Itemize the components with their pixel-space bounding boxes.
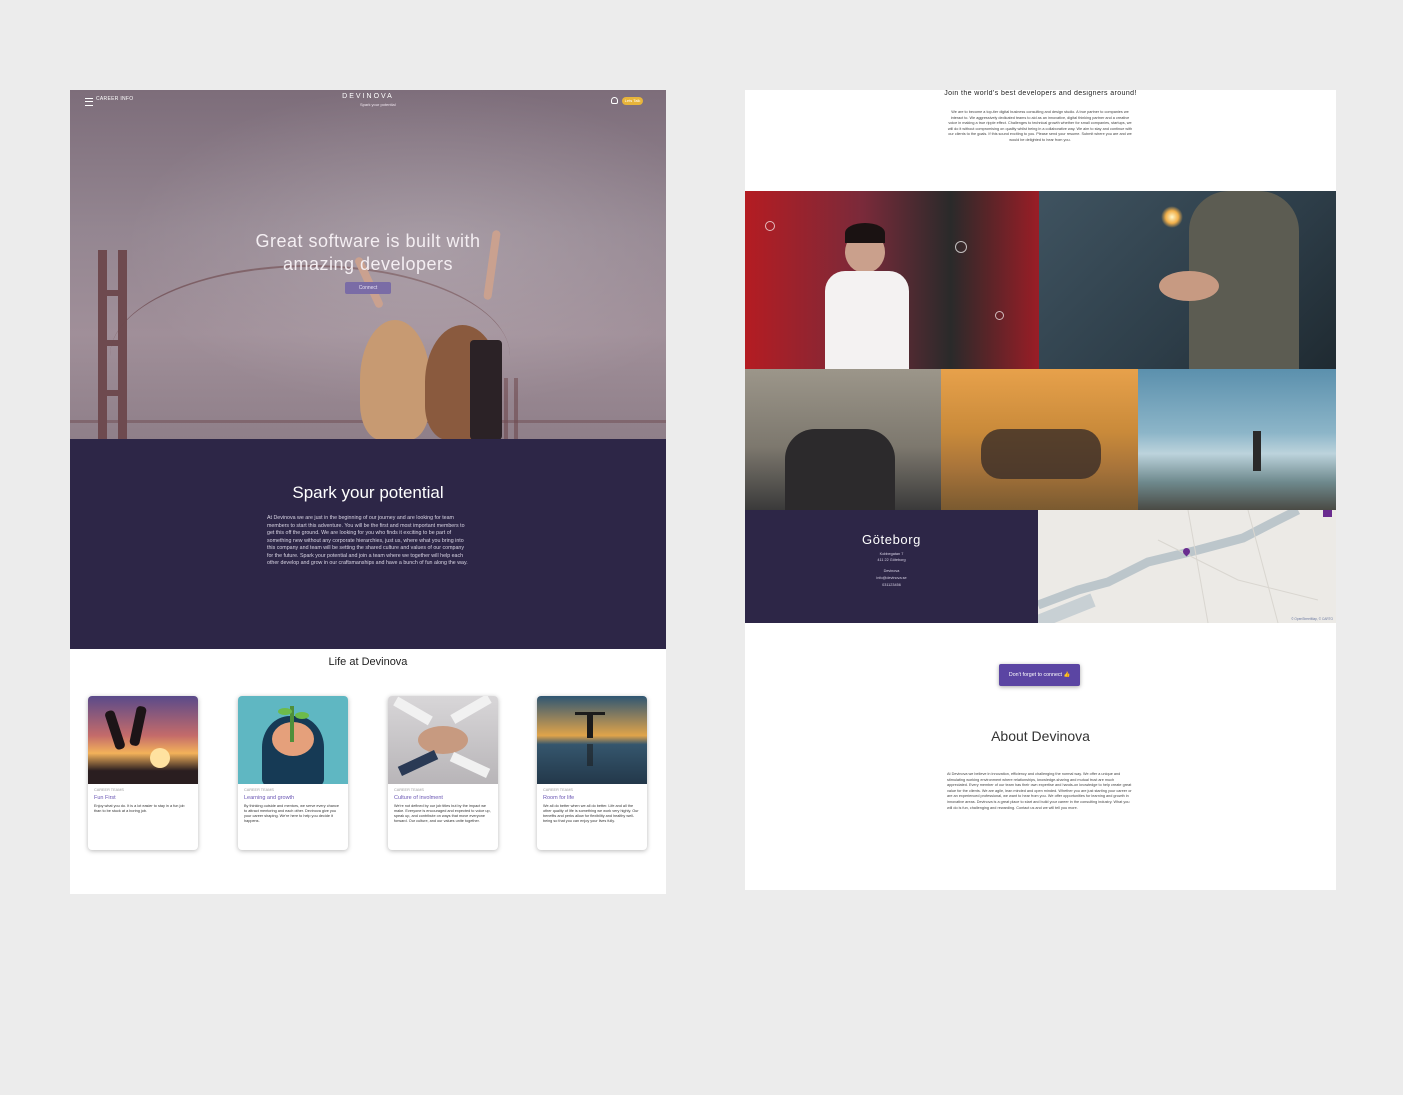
hero-section: CAREER INFO DEVINOVA Spark your potentia… — [70, 90, 666, 439]
card-learning-growth[interactable]: CAREER TEAMS Learning and growth By thin… — [238, 696, 348, 850]
hair — [845, 223, 885, 243]
card-text: We're not defined by our job titles but … — [394, 804, 491, 823]
card-text: By thinking outside and mentors, we serv… — [244, 804, 339, 823]
right-page-screenshot: Join the world's best developers and des… — [745, 90, 1336, 890]
card-title: Room for life — [543, 795, 575, 801]
join-title: Join the world's best developers and des… — [944, 90, 1137, 97]
hero-title: Great software is built with amazing dev… — [70, 230, 666, 276]
map-graphic — [1038, 510, 1319, 623]
left-page-screenshot: CAREER INFO DEVINOVA Spark your potentia… — [70, 90, 666, 894]
card-room-for-life[interactable]: CAREER TEAMS Room for life We all do bet… — [537, 696, 647, 850]
group-people — [785, 429, 895, 510]
city-name: Göteborg — [861, 532, 921, 547]
river — [1038, 510, 1301, 610]
address-line-2: 411 22 Göteborg — [877, 558, 906, 562]
card-tag: CAREER TEAMS — [94, 788, 124, 792]
location-map[interactable]: © OpenStreetMap, © CARTO — [1038, 510, 1336, 623]
card-image-jumping — [88, 696, 198, 784]
address-line-1: Kobbegatan 7 — [879, 552, 904, 556]
hands — [1159, 271, 1219, 301]
map-attribution[interactable]: © OpenStreetMap, © CARTO — [1291, 617, 1333, 621]
life-title: Life at Devinova — [328, 656, 408, 668]
person-jacket — [470, 340, 502, 439]
hero-title-line1: Great software is built with — [255, 231, 481, 251]
card-tag: CAREER TEAMS — [543, 788, 573, 792]
spark-section: Spark your potential At Devinova we are … — [70, 439, 666, 649]
card-image-head-plant — [238, 696, 348, 784]
sun — [150, 748, 170, 768]
card-title: Fun First — [94, 795, 116, 801]
photo-group-selfie — [745, 369, 941, 510]
bubble — [955, 241, 967, 253]
join-text: We are to become a top-tier digital busi… — [947, 110, 1133, 142]
brand-logo[interactable]: DEVINOVA — [70, 93, 666, 100]
company-label: Devinova — [883, 569, 900, 573]
card-title: Learning and growth — [244, 795, 295, 801]
standing-person — [1253, 431, 1261, 471]
road — [1157, 539, 1319, 601]
photo-woman-bubbles — [745, 191, 1039, 369]
card-image-hands — [388, 696, 498, 784]
silhouette — [128, 705, 148, 747]
person-hair — [360, 320, 430, 439]
location-block: Göteborg Kobbegatan 7 411 22 Göteborg De… — [745, 510, 1038, 623]
photo-sparkler — [1039, 191, 1336, 369]
road — [1187, 510, 1209, 623]
top-navigation: CAREER INFO DEVINOVA Spark your potentia… — [70, 90, 666, 112]
sleeve — [449, 752, 491, 778]
card-title: Culture of involment — [394, 795, 443, 801]
map-expand-icon[interactable] — [1323, 510, 1332, 517]
sparkler-light — [1161, 206, 1183, 228]
sleeve — [393, 696, 433, 726]
silhouette-arms — [575, 712, 605, 715]
bubble — [995, 311, 1004, 320]
plant-leaf — [278, 708, 292, 715]
white-dress — [825, 271, 909, 369]
photo-lake-person — [1138, 369, 1336, 510]
sleeve — [450, 696, 492, 724]
brand-tagline: Spark your potential — [360, 102, 396, 107]
silhouette — [104, 709, 126, 751]
card-text: Enjoy what you do. It is a lot easier to… — [94, 804, 185, 813]
runners — [981, 429, 1101, 479]
stacked-hands — [418, 726, 468, 754]
card-tag: CAREER TEAMS — [244, 788, 274, 792]
card-image-reflection — [537, 696, 647, 784]
card-fun-first[interactable]: CAREER TEAMS Fun First Enjoy what you do… — [88, 696, 198, 850]
silhouette — [587, 712, 593, 738]
user-icon[interactable] — [611, 97, 618, 104]
reflection — [587, 744, 593, 766]
phone-number: 031123456 — [882, 583, 901, 587]
connect-cta-button[interactable]: Don't forget to connect 👍 — [999, 664, 1080, 686]
about-title: About Devinova — [991, 728, 1090, 744]
sleeve — [397, 750, 439, 776]
nav-connect-button[interactable]: Lets Talk — [622, 97, 643, 105]
plant-leaf — [295, 712, 309, 719]
card-culture-involvement[interactable]: CAREER TEAMS Culture of involment We're … — [388, 696, 498, 850]
card-text: We all do better when we all do better. … — [543, 804, 639, 823]
photo-desert-run — [941, 369, 1138, 510]
about-text: At Devinova we believe in innovation, ef… — [947, 772, 1132, 810]
email-link[interactable]: info@devinova.se — [745, 576, 1038, 580]
hero-title-line2: amazing developers — [282, 254, 454, 274]
spark-title: Spark your potential — [292, 483, 444, 502]
spark-text: At Devinova we are just in the beginning… — [267, 515, 468, 566]
hero-connect-button[interactable]: Connect — [345, 282, 391, 294]
bubble — [765, 221, 775, 231]
card-tag: CAREER TEAMS — [394, 788, 424, 792]
